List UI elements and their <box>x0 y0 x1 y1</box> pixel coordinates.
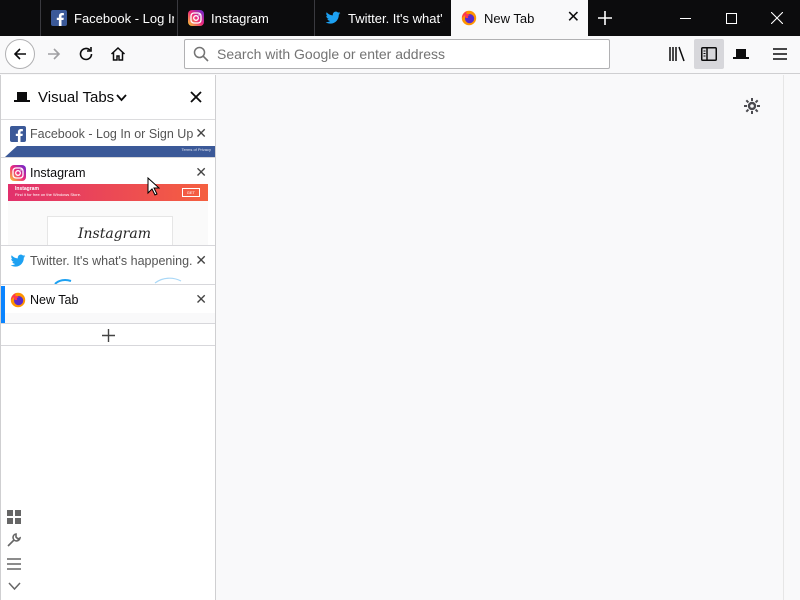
gear-icon[interactable] <box>743 97 761 115</box>
scrollbar[interactable] <box>783 75 800 600</box>
sidebar: Visual Tabs Facebook - Log In or Sign Up… <box>0 75 216 600</box>
list-icon <box>7 558 21 570</box>
mouse-cursor-icon <box>147 177 160 196</box>
hat-icon <box>733 49 749 59</box>
library-button[interactable] <box>662 39 692 69</box>
visual-tab-title: Twitter. It's what's happening. <box>30 254 193 268</box>
visual-tab-facebook[interactable]: Facebook - Log In or Sign Up ✕ Terms of … <box>1 120 215 158</box>
facebook-icon <box>51 10 67 26</box>
tab-title: New Tab <box>484 10 535 26</box>
list-view-button[interactable] <box>5 555 23 573</box>
close-icon <box>771 12 783 24</box>
close-window-button[interactable] <box>754 0 800 36</box>
tab-title: Twitter. It's what's happening. <box>348 10 443 26</box>
chevron-down-icon[interactable] <box>116 94 127 102</box>
sidebar-tools <box>2 503 26 600</box>
tab-preview <box>54 277 182 284</box>
visual-tab-title: Facebook - Log In or Sign Up <box>30 127 194 141</box>
grid-icon <box>7 510 21 524</box>
close-sidebar-icon[interactable] <box>190 91 202 103</box>
instagram-icon <box>188 10 204 26</box>
firefox-icon <box>10 292 26 308</box>
visual-tab-title: New Tab <box>30 293 79 307</box>
twitter-icon <box>10 253 26 269</box>
menu-button[interactable] <box>765 39 795 69</box>
tab-preview: Terms of Privacy <box>5 146 215 157</box>
twitter-icon <box>325 10 341 26</box>
sidebar-header: Visual Tabs <box>1 75 215 120</box>
add-tab-row[interactable] <box>1 325 215 346</box>
page-content <box>217 75 783 600</box>
reload-button[interactable] <box>71 39 101 69</box>
wrench-icon <box>7 533 21 547</box>
tab-facebook[interactable]: Facebook - Log In or Sign Up <box>40 0 177 36</box>
expand-button[interactable] <box>5 577 23 595</box>
preview-banner-subtitle: Find it for free on the Windows Store. <box>15 192 82 197</box>
plus-icon <box>598 11 612 25</box>
plus-icon <box>101 328 115 342</box>
home-icon <box>110 46 126 61</box>
sidebar-title[interactable]: Visual Tabs <box>38 89 114 106</box>
tab-title: Instagram <box>211 10 269 26</box>
tab-new-tab[interactable]: New Tab ✕ <box>451 0 588 36</box>
visual-tab-new-tab[interactable]: New Tab ✕ <box>1 286 215 324</box>
library-icon <box>669 46 685 62</box>
instagram-logo: Instagram <box>78 226 151 242</box>
search-input[interactable] <box>217 40 597 68</box>
settings-tool-button[interactable] <box>5 531 23 549</box>
close-tab-icon[interactable]: ✕ <box>567 10 580 26</box>
instagram-icon <box>10 165 26 181</box>
home-button[interactable] <box>103 39 133 69</box>
visual-tab-title: Instagram <box>30 166 86 180</box>
tab-strip: Facebook - Log In or Sign Up Instagram T… <box>0 0 800 36</box>
hat-icon <box>14 92 30 102</box>
minimize-button[interactable] <box>662 0 708 36</box>
sidebar-icon <box>701 47 717 61</box>
chevron-down-icon <box>7 581 21 590</box>
tab-preview <box>5 313 215 323</box>
back-button[interactable] <box>5 39 35 69</box>
minimize-icon <box>679 17 691 19</box>
close-tab-icon[interactable]: ✕ <box>195 291 207 308</box>
visual-tab-instagram[interactable]: Instagram ✕ Instagram Find it for free o… <box>1 159 215 246</box>
facebook-icon <box>10 126 26 142</box>
tab-preview: Instagram Find it for free on the Window… <box>8 184 208 245</box>
preview-banner: Instagram Find it for free on the Window… <box>8 184 208 201</box>
forward-arrow-icon <box>48 48 61 60</box>
grid-view-button[interactable] <box>5 508 23 526</box>
firefox-icon <box>461 10 477 26</box>
search-icon <box>193 46 209 62</box>
forward-button[interactable] <box>39 39 69 69</box>
preview-card: Instagram <box>47 216 173 245</box>
hamburger-icon <box>773 48 787 60</box>
close-tab-icon[interactable]: ✕ <box>195 252 207 269</box>
preview-text: Terms of Privacy <box>181 147 211 152</box>
sidebar-toggle-button[interactable] <box>694 39 724 69</box>
close-tab-icon[interactable]: ✕ <box>195 164 207 181</box>
reload-icon <box>79 47 93 61</box>
navigation-toolbar <box>0 36 800 74</box>
tab-title: Facebook - Log In or Sign Up <box>74 10 174 26</box>
address-bar[interactable] <box>184 39 610 69</box>
tab-instagram[interactable]: Instagram <box>177 0 314 36</box>
close-tab-icon[interactable]: ✕ <box>195 125 207 142</box>
visual-tabs-button[interactable] <box>726 39 756 69</box>
back-arrow-icon <box>13 48 26 60</box>
maximize-icon <box>725 12 737 24</box>
tab-twitter[interactable]: Twitter. It's what's happening. <box>314 0 451 36</box>
visual-tab-twitter[interactable]: Twitter. It's what's happening. ✕ <box>1 247 215 285</box>
new-tab-button[interactable] <box>586 0 624 36</box>
maximize-button[interactable] <box>708 0 754 36</box>
preview-get-button: GET <box>181 188 200 197</box>
